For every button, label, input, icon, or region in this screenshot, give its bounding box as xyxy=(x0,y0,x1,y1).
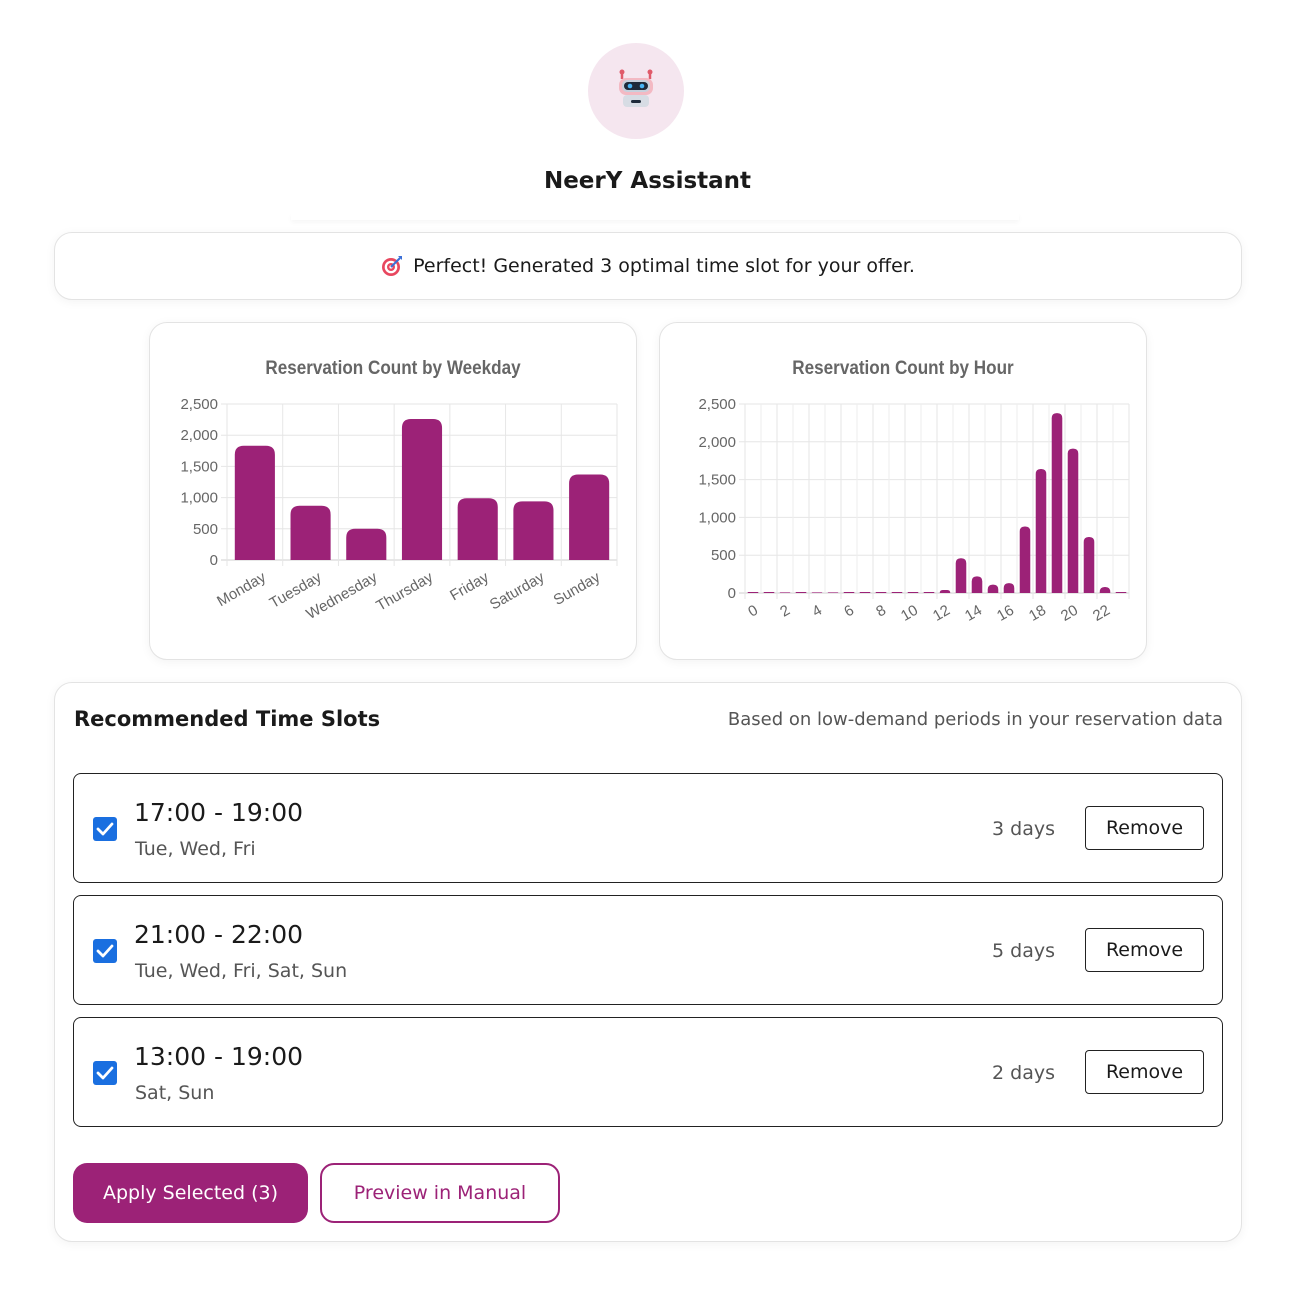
x-tick-label: 0 xyxy=(745,602,761,621)
check-icon xyxy=(96,1066,114,1080)
y-tick-label: 0 xyxy=(210,552,218,569)
bar xyxy=(907,592,919,593)
hour-chart: 05001,0001,5002,0002,5000 2 4 6 8 10 12 14 16 18 2… xyxy=(698,396,1130,625)
x-tick-label: 8 xyxy=(873,602,889,621)
bar xyxy=(827,592,839,593)
bar xyxy=(513,501,554,560)
x-tick-label: Friday xyxy=(447,568,492,604)
x-tick-label: 16 xyxy=(994,602,1017,625)
bar xyxy=(811,592,823,593)
x-tick-label: 4 xyxy=(809,602,825,621)
x-tick-label: 12 xyxy=(930,602,953,625)
x-tick-label: 2 xyxy=(777,602,793,621)
x-tick-label: 20 xyxy=(1058,602,1081,625)
slot-checkbox[interactable] xyxy=(93,1061,117,1085)
slot-time: 13:00 - 19:00 xyxy=(134,1042,304,1071)
slot-time: 21:00 - 22:00 xyxy=(134,920,304,949)
bar xyxy=(795,592,807,593)
bar xyxy=(1067,448,1079,593)
bar xyxy=(401,418,443,560)
remove-button[interactable]: Remove xyxy=(1085,1050,1204,1094)
remove-button[interactable]: Remove xyxy=(1085,928,1204,972)
x-tick-label: Saturday xyxy=(487,568,548,613)
check-icon xyxy=(96,944,114,958)
hour-chart-card: Reservation Count by Hour 0 500 1,000 1,500… xyxy=(659,322,1147,660)
y-tick-label: 2,500 xyxy=(698,396,736,413)
remove-button[interactable]: Remove xyxy=(1085,806,1204,850)
x-tick-label: 10 xyxy=(898,602,921,625)
x-tick-label: 14 xyxy=(962,602,985,625)
slot-day-count: 3 days xyxy=(992,818,1055,840)
slot-time: 17:00 - 19:00 xyxy=(134,798,304,827)
slot-days: Tue, Wed, Fri xyxy=(135,838,256,860)
bar xyxy=(859,592,871,593)
status-banner: Perfect! Generated 3 optimal time slot f… xyxy=(54,232,1242,300)
time-slot-row[interactable]: 17:00 - 19:00 Tue, Wed, Fri 3 days Remov… xyxy=(73,773,1223,883)
slot-checkbox[interactable] xyxy=(93,939,117,963)
bar xyxy=(1035,469,1047,593)
apply-selected-button[interactable]: Apply Selected (3) xyxy=(73,1163,308,1223)
bar xyxy=(971,576,983,593)
bar xyxy=(955,558,967,593)
y-tick-label: 1,500 xyxy=(180,458,218,475)
bar xyxy=(923,592,935,593)
time-slot-row[interactable]: 13:00 - 19:00 Sat, Sun 2 days Remove xyxy=(73,1017,1223,1127)
y-tick-label: 500 xyxy=(711,547,736,564)
bar xyxy=(779,592,791,593)
bar xyxy=(875,592,887,593)
bar xyxy=(457,498,498,560)
bar xyxy=(987,584,999,593)
y-tick-label: 0 xyxy=(728,585,736,602)
x-tick-label: Sunday xyxy=(551,568,604,608)
x-tick-label: 6 xyxy=(841,602,857,621)
bar xyxy=(1051,413,1063,593)
x-tick-label: 22 xyxy=(1090,602,1113,625)
preview-in-manual-button[interactable]: Preview in Manual xyxy=(320,1163,560,1223)
weekday-chart: 05001,0001,5002,0002,500MondayTuesdayWed… xyxy=(180,396,618,623)
panel-title: Recommended Time Slots xyxy=(74,707,381,731)
bar xyxy=(290,505,331,560)
x-tick-label: Thursday xyxy=(373,568,436,614)
y-tick-label: 2,000 xyxy=(698,434,736,451)
bar xyxy=(1003,583,1015,593)
time-slot-row[interactable]: 21:00 - 22:00 Tue, Wed, Fri, Sat, Sun 5 … xyxy=(73,895,1223,1005)
slot-days: Tue, Wed, Fri, Sat, Sun xyxy=(135,960,348,982)
recommended-slots-panel: Recommended Time Slots Based on low-dema… xyxy=(54,682,1242,1242)
assistant-avatar xyxy=(588,43,684,139)
y-tick-label: 1,500 xyxy=(698,472,736,489)
bar xyxy=(1115,592,1127,593)
y-tick-label: 2,000 xyxy=(180,427,218,444)
bar xyxy=(891,592,903,593)
banner-message: Perfect! Generated 3 optimal time slot f… xyxy=(413,255,915,277)
bar xyxy=(1019,526,1031,593)
bar xyxy=(843,592,855,593)
bar xyxy=(346,528,387,560)
slot-checkbox[interactable] xyxy=(93,817,117,841)
slot-day-count: 5 days xyxy=(992,940,1055,962)
slot-day-count: 2 days xyxy=(992,1062,1055,1084)
bar xyxy=(763,592,775,593)
bar xyxy=(1099,586,1111,593)
y-tick-label: 1,000 xyxy=(180,490,218,507)
y-tick-label: 2,500 xyxy=(180,396,218,413)
panel-subtitle: Based on low-demand periods in your rese… xyxy=(727,709,1223,730)
slot-days: Sat, Sun xyxy=(135,1082,215,1104)
name-divider xyxy=(291,212,1019,220)
target-icon xyxy=(382,256,403,276)
robot-icon xyxy=(619,69,653,107)
bar xyxy=(939,589,951,593)
bar xyxy=(569,474,610,560)
x-tick-label: 18 xyxy=(1026,602,1049,625)
bar xyxy=(747,592,759,593)
y-tick-label: 500 xyxy=(193,521,218,538)
bar xyxy=(234,445,275,560)
weekday-chart-card: Reservation Count by Weekday 0 500 1,000 1,… xyxy=(149,322,637,660)
bar xyxy=(1083,537,1095,593)
y-tick-label: 1,000 xyxy=(698,509,736,526)
check-icon xyxy=(96,822,114,836)
assistant-name: NeerY Assistant xyxy=(543,168,752,194)
x-tick-label: Monday xyxy=(214,568,269,610)
